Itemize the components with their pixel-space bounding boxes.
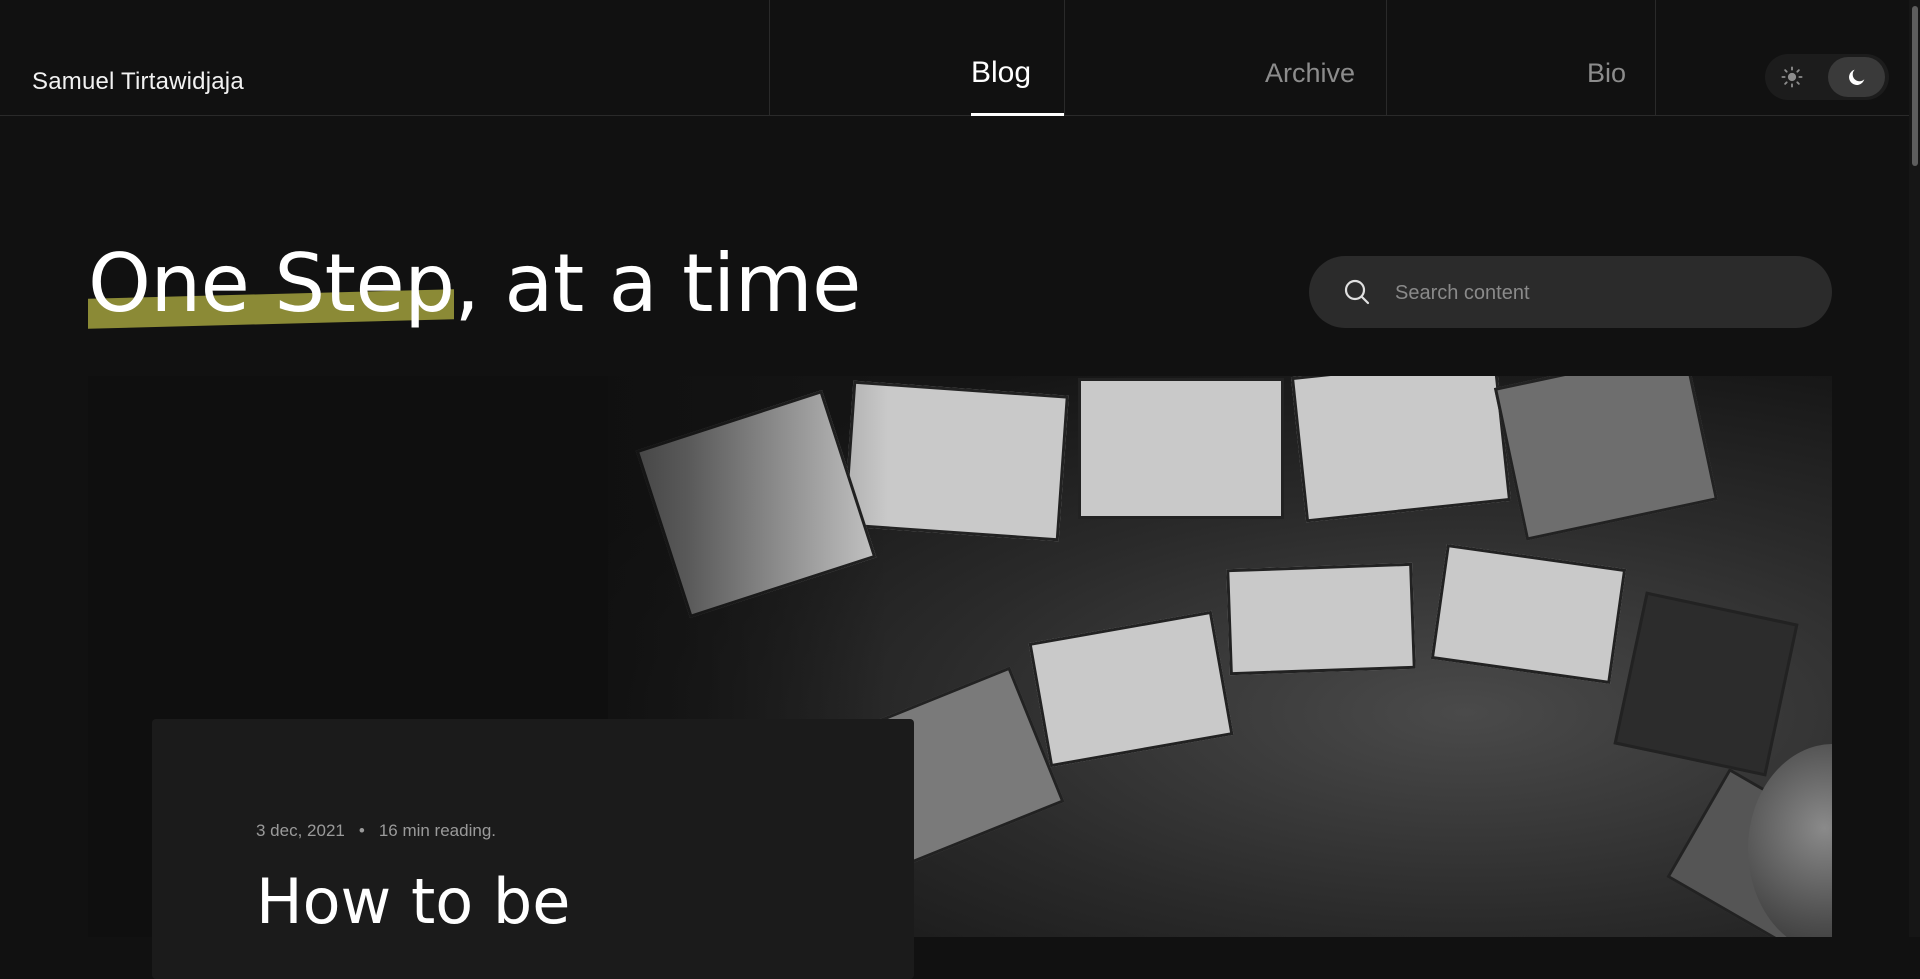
headline-highlight: One Step <box>88 237 455 330</box>
nav-divider <box>769 0 770 116</box>
nav-active-underline <box>971 113 1064 116</box>
sun-icon[interactable] <box>1781 66 1803 88</box>
meta-separator: • <box>358 821 365 840</box>
headline-rest: , at a time <box>454 237 861 330</box>
nav-bio[interactable]: Bio <box>1587 58 1626 89</box>
site-header: Samuel Tirtawidjaja Blog Archive Bio <box>0 0 1920 116</box>
nav-divider <box>1064 0 1065 116</box>
moon-button[interactable] <box>1828 57 1885 97</box>
moon-icon <box>1849 69 1865 85</box>
monitor <box>1078 378 1284 519</box>
post-date: 3 dec, 2021 <box>256 821 345 840</box>
tablet-screen <box>1613 591 1799 777</box>
laptop-screen <box>1430 543 1627 685</box>
nav-blog[interactable]: Blog <box>971 56 1031 90</box>
search-icon[interactable] <box>1343 278 1371 306</box>
search-bar[interactable] <box>1309 256 1832 330</box>
nav-divider <box>1386 0 1387 116</box>
scrollbar-thumb[interactable] <box>1912 6 1918 166</box>
nav-archive[interactable]: Archive <box>1265 58 1355 89</box>
featured-post-card[interactable]: 3 dec, 2021 • 16 min reading. How to be <box>152 719 914 979</box>
laptop-screen <box>1226 562 1416 676</box>
post-meta: 3 dec, 2021 • 16 min reading. <box>256 821 496 841</box>
laptop-screen <box>1028 610 1234 768</box>
page-headline: One Step , at a time <box>88 237 861 330</box>
post-reading-time: 16 min reading. <box>378 821 496 840</box>
nav-divider <box>1655 0 1656 116</box>
search-input[interactable] <box>1393 256 1797 330</box>
monitor <box>1290 376 1512 523</box>
post-title[interactable]: How to be <box>256 865 570 938</box>
page-scrollbar[interactable] <box>1909 0 1920 937</box>
theme-toggle[interactable] <box>1765 54 1889 100</box>
site-brand[interactable]: Samuel Tirtawidjaja <box>32 68 244 96</box>
monitor <box>1493 376 1719 541</box>
